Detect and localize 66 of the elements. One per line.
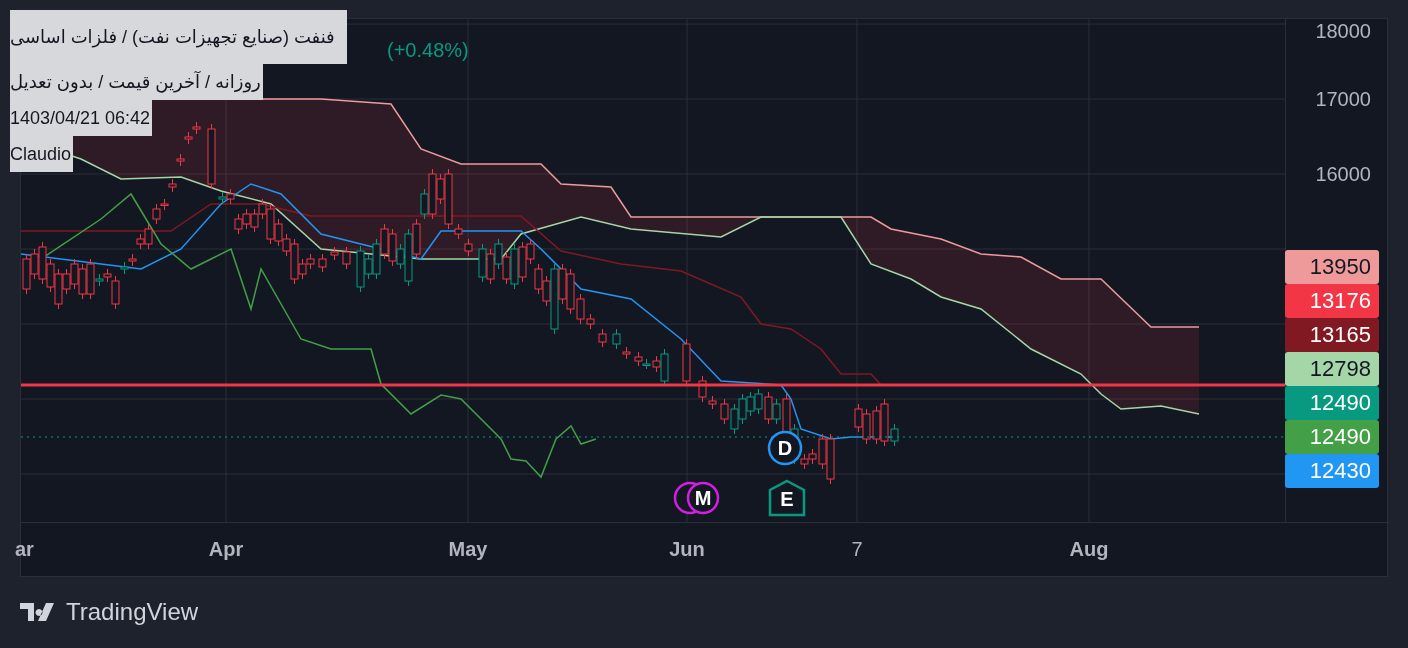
candlestick <box>78 263 87 300</box>
candlestick <box>380 223 389 260</box>
price-tag: 12490 <box>1285 420 1379 454</box>
candlestick <box>720 398 729 425</box>
candlestick <box>486 248 495 285</box>
time-axis-label: Aug <box>1069 537 1109 561</box>
candlestick <box>306 253 315 270</box>
price-axis-label: 18000 <box>1315 19 1371 43</box>
candlestick <box>318 253 327 273</box>
time-axis-label: ar <box>15 537 34 561</box>
price-tag: 13176 <box>1285 284 1379 318</box>
candlestick <box>330 246 339 261</box>
candlestick <box>634 351 643 367</box>
time-axis-label: 7 <box>851 537 863 561</box>
candlestick <box>412 218 421 260</box>
event-marker[interactable]: E <box>768 479 806 517</box>
time-axis-label: Jun <box>669 537 705 561</box>
time-axis-label: May <box>448 537 488 561</box>
candlestick <box>176 153 185 167</box>
brand-name: TradingView <box>66 598 199 626</box>
price-tag: 12430 <box>1285 454 1379 488</box>
info-text: فنفت (صنایع تجهیزات نفت) / فلزات اساسی <box>10 10 347 64</box>
candlestick <box>250 208 259 233</box>
candlestick <box>207 123 216 190</box>
candlestick <box>854 403 863 433</box>
candlestick <box>764 391 773 425</box>
candlestick <box>872 405 881 445</box>
candlestick <box>342 246 351 270</box>
candlestick <box>682 338 691 387</box>
candlestick <box>30 248 39 280</box>
event-marker[interactable]: D <box>767 430 803 466</box>
candlestick <box>478 243 487 283</box>
candlestick <box>746 391 755 417</box>
candlestick <box>494 238 503 270</box>
candlestick <box>234 213 243 235</box>
candlestick <box>730 403 739 435</box>
price-tag: 13165 <box>1285 318 1379 352</box>
candlestick <box>598 328 607 348</box>
candlestick <box>168 178 177 193</box>
price-tag: 13950 <box>1285 250 1379 284</box>
info-text: روزانه / آخرین قیمت / بدون تعدیل <box>10 64 263 100</box>
candlestick <box>534 263 543 295</box>
candlestick <box>218 191 227 205</box>
time-axis-label: Apr <box>208 537 244 561</box>
candlestick <box>464 238 473 257</box>
candlestick <box>738 393 747 425</box>
candlestick <box>502 251 511 285</box>
info-text: 1403/04/21 06:42 <box>10 100 153 136</box>
price-axis-label: 16000 <box>1315 162 1371 186</box>
price-axis-label: 17000 <box>1315 87 1371 111</box>
candlestick <box>242 208 251 230</box>
candlestick <box>46 258 55 293</box>
info-text: Claudio <box>10 136 74 172</box>
legend-change: (+0.48%) <box>387 39 469 62</box>
candlestick <box>754 388 763 415</box>
candlestick <box>862 408 871 445</box>
candlestick <box>510 243 519 290</box>
candlestick <box>128 253 137 267</box>
candlestick <box>38 241 47 285</box>
candlestick <box>184 131 193 145</box>
candlestick <box>826 433 835 485</box>
price-tag: 12798 <box>1285 352 1379 386</box>
price-tag: 12490 <box>1285 386 1379 420</box>
candlestick <box>70 258 79 290</box>
candlestick <box>192 121 201 135</box>
candlestick <box>226 188 235 205</box>
